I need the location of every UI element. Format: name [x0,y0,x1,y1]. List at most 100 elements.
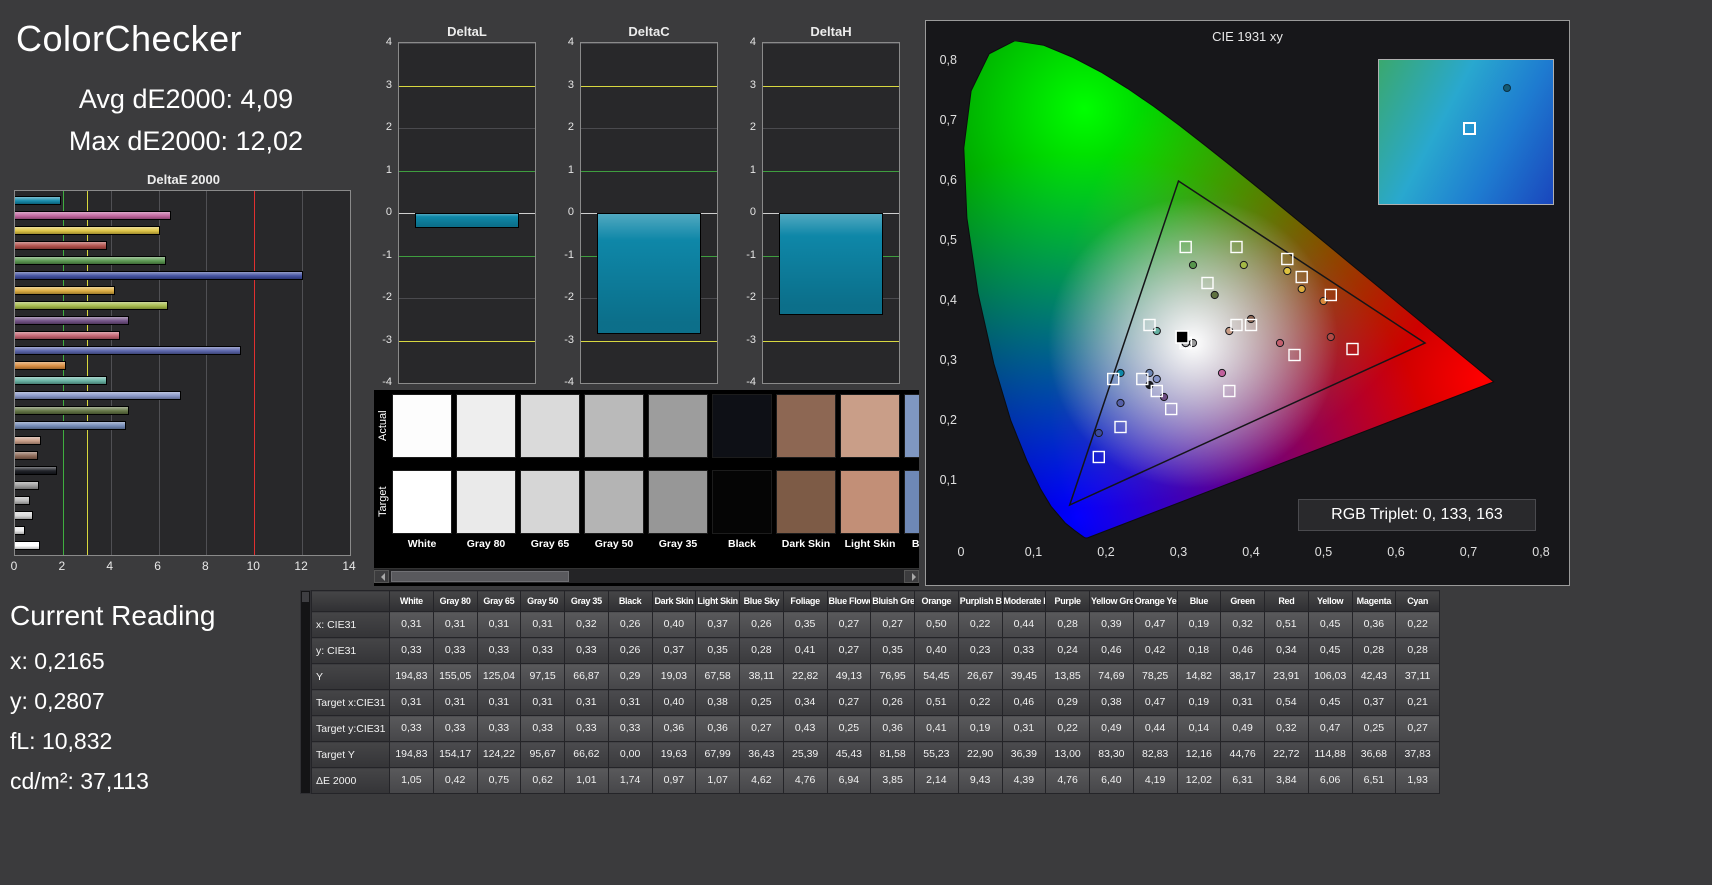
table-cell: 0,31 [520,689,565,716]
swatch-actual[interactable] [904,394,919,458]
table-cell: 0,31 [432,611,478,638]
table-cell: 0,22 [957,611,1003,638]
table-cell: 0,47 [1132,689,1178,716]
table-column-header[interactable]: Gray 65 [476,590,522,612]
table-column-header[interactable]: Orange Yellow [1132,590,1178,612]
deltae-bar-shine [15,287,115,294]
swatch-actual[interactable] [520,394,580,458]
table-column-header[interactable]: Moderate Red [1001,590,1047,612]
table-column-header[interactable]: White [389,590,434,612]
delta-gridline [581,383,717,384]
delta-ytick-label: 3 [567,79,574,91]
table-column-header[interactable]: Foliage [782,590,828,612]
measurement-table: White Gray 80 Gray 65 Gray 50 Gray 35 Black Da… [311,590,1440,794]
swatch-target[interactable] [712,470,772,534]
table-column-header[interactable]: Red [1264,590,1309,612]
deltae-xtick-label: 12 [294,559,308,573]
table-column-header[interactable]: Green [1220,590,1265,612]
table-scrollbar-thumb[interactable] [302,592,309,602]
swatch-scrollbar-thumb[interactable] [391,571,569,582]
table-column-header[interactable]: Gray 35 [564,590,609,612]
swatch-actual[interactable] [712,394,772,458]
delta-gridline [581,43,717,44]
delta-ytick-label: -1 [746,249,756,261]
table-cell: 0,32 [564,611,609,638]
table-vertical-scrollbar[interactable] [300,590,311,794]
table-cell: 0,33 [432,637,478,664]
swatch-target[interactable] [776,470,836,534]
deltae-bar-shine [15,512,32,519]
table-column-header[interactable]: Purplish Blue [957,590,1003,612]
table-column-header[interactable]: Gray 80 [432,590,478,612]
table-cell: 6,94 [826,767,872,794]
delta-ytick-label: -3 [746,334,756,346]
swatch-actual[interactable] [392,394,452,458]
deltae-bar [15,451,39,460]
table-cell: 0,18 [1176,637,1222,664]
swatch-target[interactable] [648,470,708,534]
deltae-bar [15,526,25,535]
swatch-actual[interactable] [456,394,516,458]
swatch-row-label-target: Target [377,486,389,518]
deltae-xtick-label: 10 [246,559,260,573]
swatch-label: White [407,538,437,550]
delta-gridline [763,43,899,44]
swatch-label: Gray 50 [594,538,634,550]
table-column-header[interactable]: Black [607,590,653,612]
table-cell: 0,33 [476,637,522,664]
table-cell: 0,22 [957,689,1003,716]
swatch-target[interactable] [520,470,580,534]
table-column-header[interactable]: Orange [914,590,959,612]
table-cell: 0,27 [739,715,784,742]
deltae-bar-shine [15,242,106,249]
swatch-actual[interactable] [648,394,708,458]
swatch-actual[interactable] [584,394,644,458]
swatch-scrollbar[interactable] [374,568,919,583]
deltae-bar-shine [15,527,24,534]
swatch-target[interactable] [392,470,452,534]
swatch-actual[interactable] [840,394,900,458]
delta-ytick-label: 1 [567,164,574,176]
deltae-bar-shine [15,362,66,369]
cie-measured-point [1210,290,1219,300]
swatch-target[interactable] [904,470,919,534]
table-cell: 22,90 [957,741,1003,768]
deltae-gridline [302,191,304,555]
table-column-header[interactable]: Dark Skin [651,590,697,612]
table-cell: 0,41 [782,637,828,664]
table-cell: 0,19 [1176,689,1222,716]
table-column-header[interactable]: Light Skin [695,590,740,612]
table-column-header[interactable]: Yellow Green [1089,590,1134,612]
delta-ytick-label: 3 [385,79,392,91]
swatch-actual[interactable] [776,394,836,458]
scroll-left-button[interactable] [374,570,389,583]
table-cell: 25,39 [782,741,828,768]
table-column-header[interactable]: Bluish Green [870,590,915,612]
deltae-xtick-label: 6 [154,559,161,573]
swatch-label: Black [727,538,757,550]
table-column-header[interactable]: Yellow [1307,590,1353,612]
table-cell: 4,39 [1001,767,1047,794]
table-column-header[interactable]: Purple [1045,590,1090,612]
table-cell: 0,45 [1307,637,1353,664]
table-column-header[interactable]: Blue Flower [826,590,872,612]
deltae-bar [15,346,241,355]
delta-gridline [399,43,535,44]
deltae-gridline [158,191,160,555]
table-row-label: x: CIE31 [311,611,390,638]
swatch-target[interactable] [584,470,644,534]
table-cell: 0,54 [1264,689,1309,716]
swatch-target[interactable] [456,470,516,534]
table-column-header[interactable]: Magenta [1351,590,1397,612]
table-column-header[interactable]: Blue [1176,590,1222,612]
reading-fl: fL: 10,832 [10,728,113,754]
delta-gridline [399,256,535,257]
cie-ytick-label: 0,7 [939,113,957,127]
table-column-header[interactable]: Gray 50 [520,590,565,612]
table-cell: 0,49 [1089,715,1134,742]
swatch-target[interactable] [840,470,900,534]
scroll-right-button[interactable] [904,570,919,583]
delta-gridline [763,341,899,342]
table-column-header[interactable]: Blue Sky [739,590,784,612]
table-column-header[interactable]: Cyan [1395,590,1440,612]
